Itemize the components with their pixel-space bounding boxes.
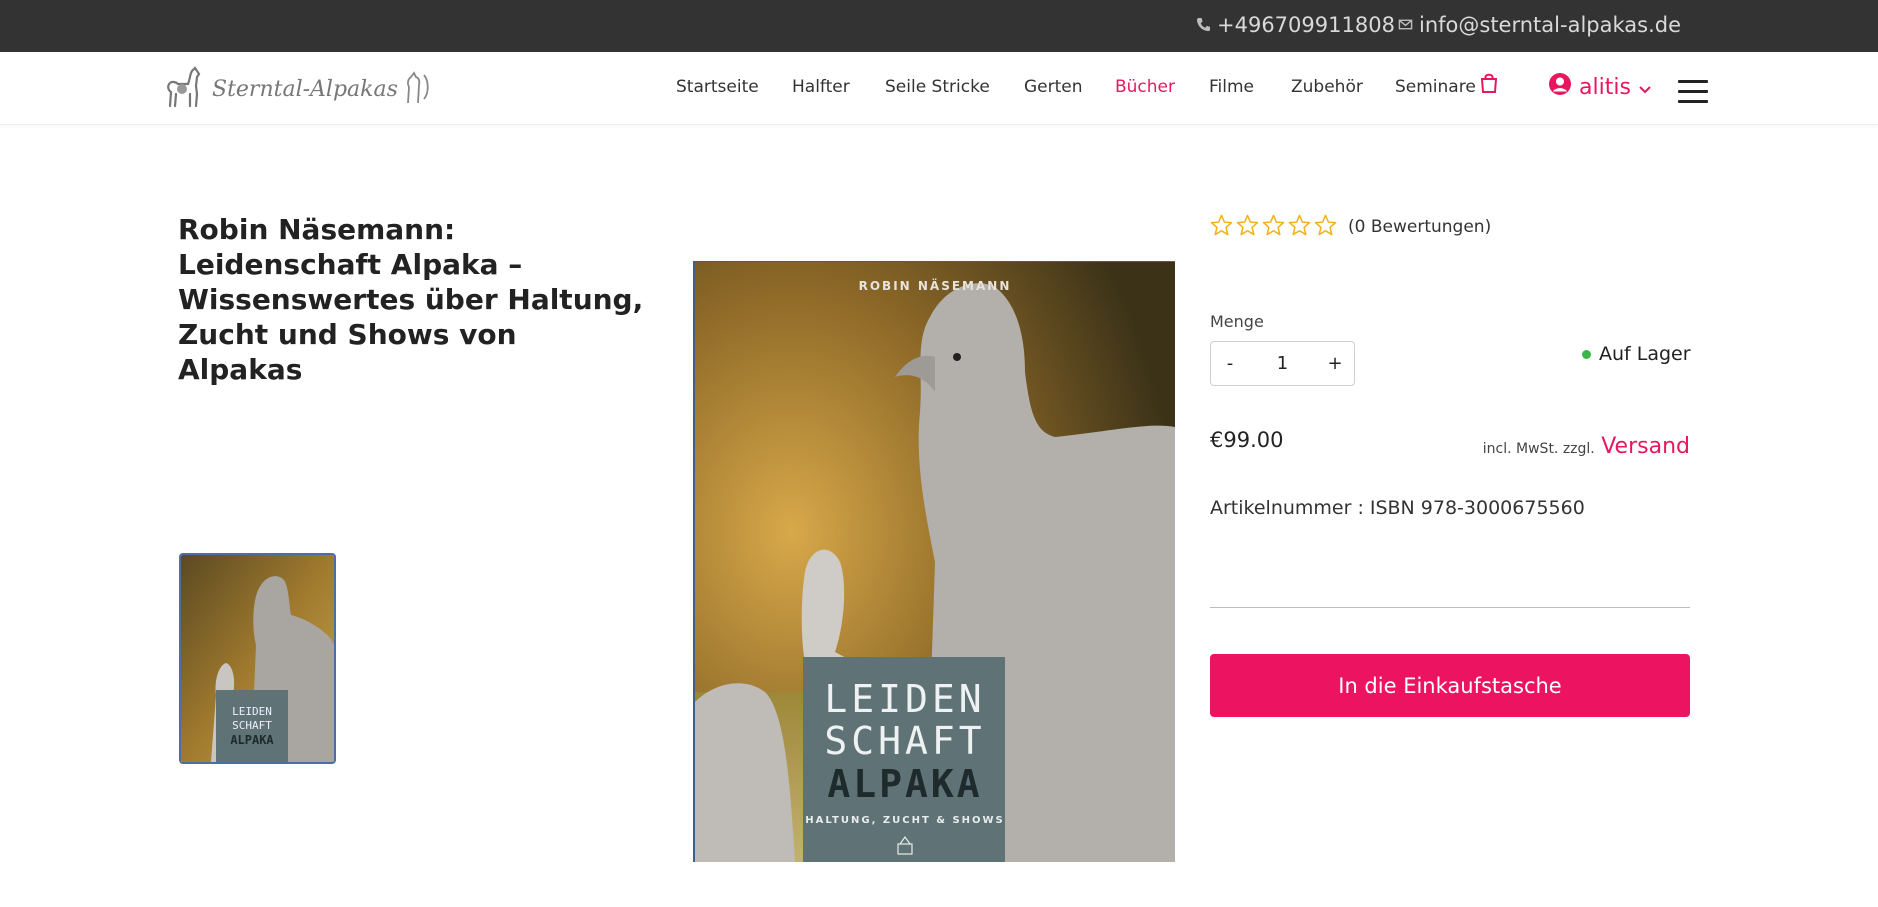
nav-seile-stricke[interactable]: Seile Stricke: [885, 77, 990, 97]
product-rating[interactable]: (0 Bewertungen): [1210, 214, 1491, 240]
mail-icon: [1398, 13, 1413, 37]
star-icon: [1288, 214, 1311, 240]
nav-seminare[interactable]: Seminare: [1395, 77, 1476, 97]
alpaca-head-logo-icon: [402, 69, 432, 109]
in-stock-dot-icon: [1582, 349, 1591, 359]
user-name: alitis: [1579, 74, 1631, 100]
nav-halfter[interactable]: Halfter: [792, 77, 850, 97]
tax-note: incl. MwSt. zzgl. Versand: [1483, 434, 1690, 459]
shipping-link[interactable]: Versand: [1601, 434, 1690, 459]
nav-zubehoer[interactable]: Zubehör: [1291, 77, 1363, 97]
cover-line2: SCHAFT: [824, 719, 985, 763]
product-title: Robin Näsemann: Leidenschaft Alpaka – Wi…: [178, 213, 644, 386]
sku-value: ISBN 978-3000675560: [1369, 497, 1585, 519]
star-icon: [1314, 214, 1337, 240]
tax-note-text: incl. MwSt. zzgl.: [1482, 441, 1595, 457]
user-avatar-icon: [1548, 72, 1572, 102]
add-to-cart-button[interactable]: In die Einkaufstasche: [1210, 654, 1690, 717]
stock-status: Auf Lager: [1582, 343, 1691, 365]
site-logo[interactable]: Sterntal-Alpakas: [162, 66, 432, 112]
phone-contact[interactable]: +496709911808: [1196, 13, 1395, 37]
thumb-cover-line2: SCHAFT: [232, 719, 272, 732]
cover-line1: LEIDEN: [824, 677, 985, 721]
phone-icon: [1196, 13, 1211, 37]
stock-label: Auf Lager: [1599, 343, 1691, 365]
star-icon: [1236, 214, 1259, 240]
hamburger-menu-icon[interactable]: [1678, 80, 1708, 110]
sku-label: Artikelnummer: [1210, 497, 1352, 519]
thumb-cover-line1: LEIDEN: [232, 705, 272, 718]
divider: [1210, 607, 1690, 608]
product-thumbnail[interactable]: LEIDEN SCHAFT ALPAKA: [179, 553, 336, 764]
chevron-down-icon: [1638, 75, 1652, 100]
cover-author: ROBIN NÄSEMANN: [859, 278, 1012, 293]
alpaca-logo-icon: [162, 66, 208, 112]
quantity-label: Menge: [1210, 312, 1264, 331]
nav-filme[interactable]: Filme: [1209, 77, 1254, 97]
nav-gerten[interactable]: Gerten: [1024, 77, 1083, 97]
email-address: info@sterntal-alpakas.de: [1419, 13, 1681, 37]
nav-startseite[interactable]: Startseite: [676, 77, 759, 97]
top-contact-bar: +496709911808 info@sterntal-alpakas.de: [0, 0, 1878, 52]
star-icon: [1210, 214, 1233, 240]
shopping-bag-icon[interactable]: [1480, 72, 1498, 99]
phone-number: +496709911808: [1217, 13, 1395, 37]
cover-subtitle: HALTUNG, ZUCHT & SHOWS: [805, 815, 1005, 826]
quantity-decrease-button[interactable]: -: [1211, 353, 1249, 374]
main-header: Sterntal-Alpakas Startseite Halfter Seil…: [0, 52, 1878, 125]
sku-separator: :: [1357, 497, 1364, 519]
product-cover-image[interactable]: ROBIN NÄSEMANN LEIDEN SCHAFT ALPAKA HALT…: [693, 261, 1175, 862]
product-sku: Artikelnummer: ISBN 978-3000675560: [1210, 497, 1585, 519]
email-contact[interactable]: info@sterntal-alpakas.de: [1398, 13, 1681, 37]
nav-buecher[interactable]: Bücher: [1115, 77, 1175, 97]
user-menu[interactable]: alitis: [1548, 72, 1652, 102]
thumb-cover-line3: ALPAKA: [230, 733, 274, 747]
quantity-increase-button[interactable]: +: [1316, 353, 1354, 374]
cover-line3: ALPAKA: [827, 762, 982, 806]
product-price: €99.00: [1210, 428, 1284, 452]
quantity-input[interactable]: 1: [1277, 353, 1288, 374]
rating-count[interactable]: (0 Bewertungen): [1348, 217, 1491, 237]
star-icon: [1262, 214, 1285, 240]
logo-text: Sterntal-Alpakas: [212, 76, 398, 102]
quantity-stepper: - 1 +: [1210, 341, 1355, 386]
